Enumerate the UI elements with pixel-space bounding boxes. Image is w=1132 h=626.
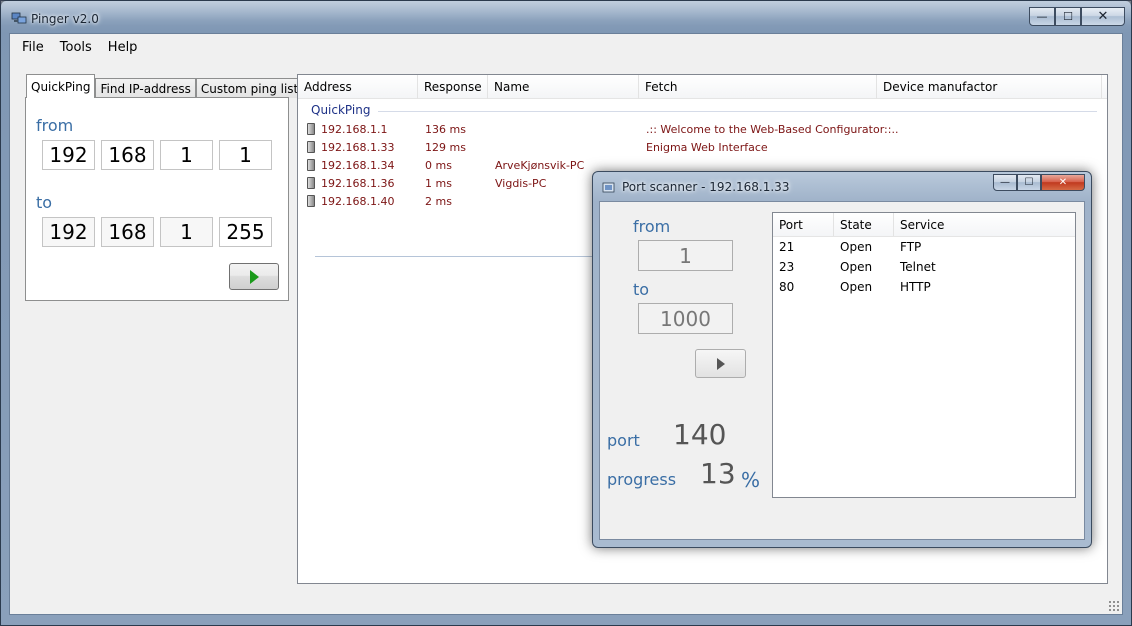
port-scanner-title: Port scanner - 192.168.1.33 [622,180,790,194]
column-service[interactable]: Service [894,213,1075,236]
response-cell: 1 ms [425,176,452,190]
name-cell: ArveKjønsvik-PC [495,158,585,172]
port-to-label: to [633,280,650,299]
group-divider [378,111,1097,112]
from-ip-octet-2[interactable]: 168 [101,140,154,170]
current-port-value: 140 [673,418,727,451]
menu-help[interactable]: Help [100,40,146,55]
close-button[interactable]: ✕ [1081,7,1125,26]
port-row[interactable]: 21 Open FTP [773,237,1075,257]
tab-strip: QuickPing Find IP-address Custom ping li… [26,74,304,98]
start-scan-button[interactable] [695,349,746,378]
ports-header: Port State Service [773,213,1075,237]
tab-find-ip-address[interactable]: Find IP-address [95,78,196,98]
device-icon [307,177,315,189]
port-scanner-maximize-button[interactable]: ☐ [1017,174,1041,191]
device-icon [307,195,315,207]
port-row[interactable]: 23 Open Telnet [773,257,1075,277]
column-response[interactable]: Response [418,75,488,99]
column-port[interactable]: Port [773,213,834,236]
to-ip-octet-4[interactable]: 255 [219,217,272,247]
menu-bar: File Tools Help [10,34,1122,60]
progress-unit: % [741,468,761,492]
maximize-button[interactable]: ☐ [1055,7,1081,26]
group-title-quickping: QuickPing [311,103,371,117]
port-row[interactable]: 80 Open HTTP [773,277,1075,297]
tab-custom-ping-list[interactable]: Custom ping list [195,78,304,98]
column-device-manufacturer[interactable]: Device manufactor [877,75,1102,99]
title-bar[interactable]: Pinger v2.0 — ☐ ✕ [1,1,1131,33]
tab-quickping[interactable]: QuickPing [26,74,96,98]
results-header: Address Response Name Fetch Device manuf… [298,75,1107,99]
quickping-panel: from 192 168 1 1 to 192 168 1 255 [25,97,289,301]
port-port-cell: 80 [779,280,795,294]
table-row[interactable]: 192.168.1.1 136 ms .:: Welcome to the Web-… [307,120,1107,138]
port-from-input[interactable]: 1 [638,240,733,271]
port-scanner-client: from 1 to 1000 port 140 progress 13 % Po… [599,201,1085,540]
column-fetch[interactable]: Fetch [639,75,877,99]
from-ip-octet-1[interactable]: 192 [42,140,95,170]
port-port-cell: 21 [779,240,795,254]
port-scanner-minimize-button[interactable]: — [993,174,1017,191]
status-bar [10,592,1122,614]
from-ip-octet-4[interactable]: 1 [219,140,272,170]
menu-tools[interactable]: Tools [52,40,100,55]
response-cell: 136 ms [425,122,466,136]
play-icon [716,357,725,370]
response-cell: 2 ms [425,194,452,208]
device-icon [307,123,315,135]
play-icon [249,269,259,284]
device-icon [307,141,315,153]
port-to-input[interactable]: 1000 [638,303,733,334]
device-icon [307,159,315,171]
port-from-label: from [633,217,671,236]
name-cell: Vigdis-PC [495,176,547,190]
address-cell: 192.168.1.34 [321,158,395,172]
to-ip-octet-2[interactable]: 168 [101,217,154,247]
port-scanner-app-icon [602,182,615,193]
table-row[interactable]: 192.168.1.33 129 ms Enigma Web Interface [307,138,1107,156]
port-scanner-window: Port scanner - 192.168.1.33 — ☐ ✕ from 1… [592,171,1092,548]
fetch-cell: Enigma Web Interface [646,140,768,154]
from-label: from [36,116,74,135]
window-title: Pinger v2.0 [31,12,99,26]
fetch-cell: .:: Welcome to the Web-Based Configurato… [646,122,899,136]
response-cell: 0 ms [425,158,452,172]
port-port-cell: 23 [779,260,795,274]
port-label: port [607,431,640,450]
column-address[interactable]: Address [298,75,418,99]
column-state[interactable]: State [834,213,894,236]
port-scanner-close-button[interactable]: ✕ [1041,174,1085,191]
minimize-button[interactable]: — [1029,7,1055,26]
network-computers-icon [11,12,27,24]
port-service-cell: FTP [900,240,922,254]
response-cell: 129 ms [425,140,466,154]
column-name[interactable]: Name [488,75,639,99]
port-state-cell: Open [840,280,873,294]
open-ports-list[interactable]: Port State Service 21 Open FTP 23 Open Telnet… [772,212,1076,498]
address-cell: 192.168.1.33 [321,140,395,154]
port-service-cell: HTTP [900,280,931,294]
address-cell: 192.168.1.1 [321,122,388,136]
menu-file[interactable]: File [14,40,52,55]
from-ip-octet-3[interactable]: 1 [160,140,213,170]
port-state-cell: Open [840,240,873,254]
resize-grip-icon[interactable] [1108,600,1120,612]
address-cell: 192.168.1.40 [321,194,395,208]
start-ping-button[interactable] [229,263,279,290]
group-end-divider [315,256,635,257]
address-cell: 192.168.1.36 [321,176,395,190]
to-label: to [36,193,53,212]
port-state-cell: Open [840,260,873,274]
to-ip-octet-3[interactable]: 1 [160,217,213,247]
port-service-cell: Telnet [900,260,936,274]
progress-value: 13 [700,457,736,490]
to-ip-octet-1[interactable]: 192 [42,217,95,247]
progress-label: progress [607,470,677,489]
